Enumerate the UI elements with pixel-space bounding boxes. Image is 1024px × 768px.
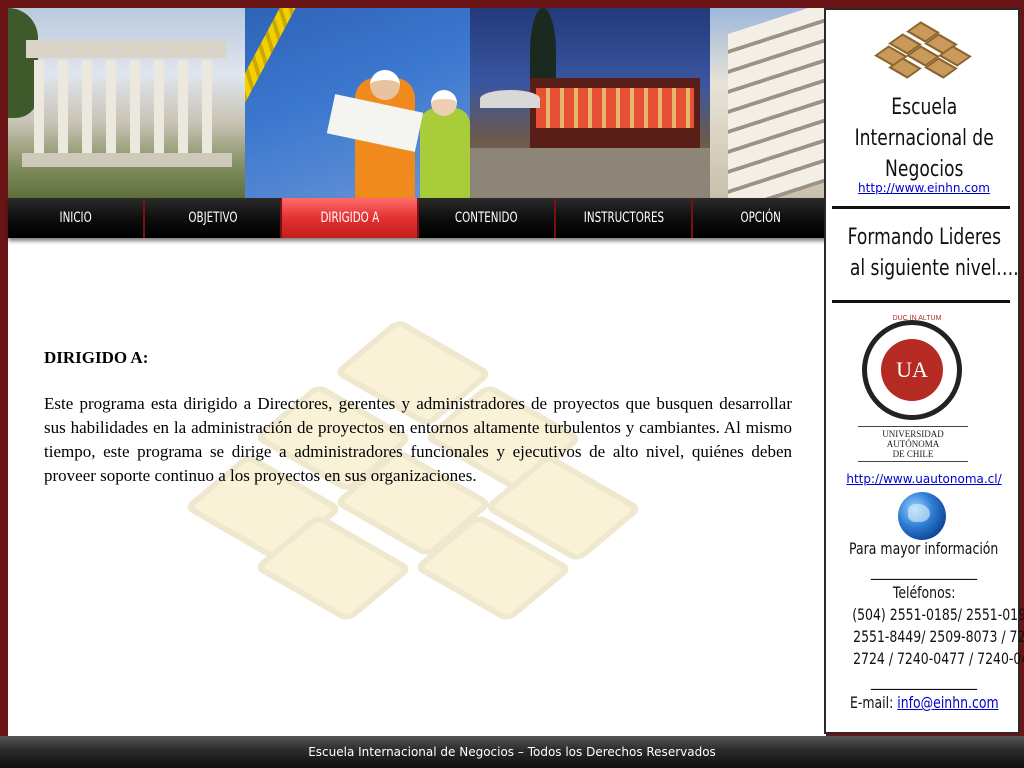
school-name: Escuela Internacional de Negocios <box>854 95 994 182</box>
ua-caption: UNIVERSIDAD AUTÓNOMA DE CHILE <box>858 426 968 462</box>
divider <box>832 206 1010 209</box>
contact-info: Para mayor información _________________… <box>849 539 1024 712</box>
nav-contenido[interactable]: CONTENIDO <box>419 198 556 238</box>
university-building-photo <box>8 8 245 198</box>
school-logo-icon <box>874 21 972 84</box>
campus-plaza-photo <box>470 8 710 198</box>
nav-objetivo[interactable]: OBJETIVO <box>145 198 282 238</box>
section-body: Este programa esta dirigido a Directores… <box>44 394 792 485</box>
main-nav: INICIO OBJETIVO DIRIGIDO A CONTENIDO INS… <box>8 198 828 238</box>
email-link[interactable]: info@einhn.com <box>897 693 998 712</box>
school-url-link[interactable]: http://www.einhn.com <box>858 181 990 195</box>
section-heading: DIRIGIDO A: <box>44 348 149 367</box>
main-panel: INICIO OBJETIVO DIRIGIDO A CONTENIDO INS… <box>8 8 828 736</box>
modern-building-photo <box>710 8 826 198</box>
sidebar: Escuela Internacional de Negocios http:/… <box>824 8 1024 734</box>
nav-dirigido-a[interactable]: DIRIGIDO A <box>282 198 419 238</box>
tagline: Formando Lideres al siguiente nivel…. <box>847 225 1019 281</box>
nav-inicio[interactable]: INICIO <box>8 198 145 238</box>
divider <box>832 300 1010 303</box>
nav-opcion[interactable]: OPCIÓN <box>693 198 828 238</box>
globe-icon <box>898 492 946 540</box>
content-section: DIRIGIDO A: Este programa esta dirigido … <box>44 348 792 488</box>
ua-url-link[interactable]: http://www.uautonoma.cl/ <box>846 472 1001 486</box>
nav-instructores[interactable]: INSTRUCTORES <box>556 198 693 238</box>
footer: Escuela Internacional de Negocios – Todo… <box>0 736 1024 768</box>
engineers-photo <box>245 8 470 198</box>
ua-logo-icon: DUC IN ALTUM UA <box>862 315 962 420</box>
footer-text: Escuela Internacional de Negocios – Todo… <box>308 745 716 759</box>
banner-photos <box>8 8 826 198</box>
